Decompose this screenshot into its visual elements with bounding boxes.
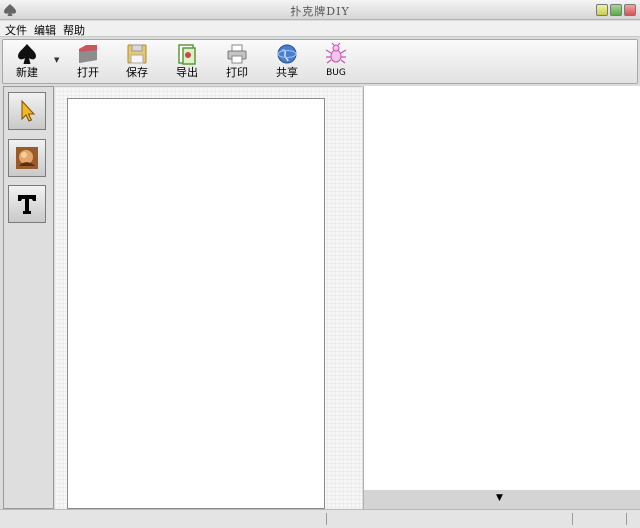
share-label: 共享 [276,66,298,79]
floppy-save-icon [127,44,147,64]
print-label: 打印 [226,66,248,79]
menu-bar: 文件 编辑 帮助 [0,21,640,37]
printer-icon [227,44,247,64]
pointer-arrow-icon [21,99,36,122]
maximize-button[interactable] [610,4,622,16]
select-tool-button[interactable] [8,92,46,130]
tool-palette [3,86,54,509]
folder-open-icon [79,45,97,63]
globe-share-icon [277,44,297,64]
canvas-area[interactable] [55,86,362,509]
open-label: 打开 [77,66,99,79]
close-button[interactable] [624,4,636,16]
bug-icon [325,42,347,64]
save-button[interactable]: 保存 [117,42,157,82]
new-label: 新建 [16,66,38,79]
export-button[interactable]: 导出 [167,42,207,82]
title-bar: 扑克牌DIY [0,0,640,20]
new-dropdown-arrow-icon[interactable]: ▼ [54,56,59,64]
properties-panel [363,86,640,490]
text-t-icon [18,195,36,214]
menu-file[interactable]: 文件 [3,22,29,38]
image-tool-button[interactable] [8,139,46,177]
new-button[interactable]: 新建 [7,42,47,82]
status-divider [626,513,627,525]
bug-label: BUG [326,68,346,78]
share-button[interactable]: 共享 [267,42,307,82]
status-divider [572,513,573,525]
bug-button[interactable]: BUG [316,42,356,82]
open-button[interactable]: 打开 [68,42,108,82]
cards-export-icon [178,44,196,65]
status-bar [0,509,640,528]
spade-icon [18,44,36,64]
export-label: 导出 [176,66,198,79]
menu-edit[interactable]: 编辑 [32,22,58,38]
minimize-button[interactable] [596,4,608,16]
triangle-down-icon[interactable]: ▼ [496,493,503,503]
card-canvas[interactable] [67,98,325,509]
menu-help[interactable]: 帮助 [61,22,87,38]
image-icon [16,147,38,169]
text-tool-button[interactable] [8,185,46,223]
print-button[interactable]: 打印 [217,42,257,82]
properties-panel-toggle[interactable]: ▼ [363,490,640,509]
window-title: 扑克牌DIY [290,5,350,18]
status-divider [326,513,327,525]
toolbar: 新建 ▼ 打开 保存 导出 打印 共享 BUG [2,39,638,84]
save-label: 保存 [126,66,148,79]
